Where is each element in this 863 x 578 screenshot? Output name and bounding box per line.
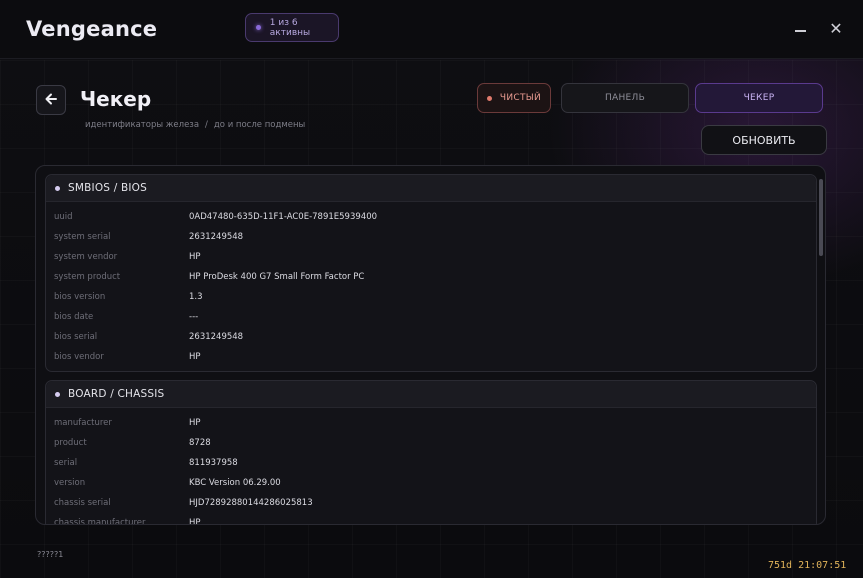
info-key: chassis manufacturer <box>54 518 146 524</box>
breadcrumb-separator: / <box>205 120 208 130</box>
back-button[interactable] <box>36 85 66 115</box>
info-value: KBC Version 06.29.00 <box>189 478 281 488</box>
uptime-counter: 751d 21:07:51 <box>768 560 847 571</box>
info-row: uuid 0AD47480-635D-11F1-AC0E-7891E5939400 <box>46 207 816 227</box>
info-value: HP <box>189 252 201 262</box>
close-icon: ✕ <box>829 18 843 38</box>
info-key: system vendor <box>54 252 118 262</box>
breadcrumb-part-1: идентификаторы железа <box>85 120 200 130</box>
arrow-left-icon <box>44 91 58 110</box>
info-row: manufacturer HP <box>46 413 816 433</box>
active-count-badge: 1 из 6 активны <box>245 13 339 42</box>
app-window: Vengeance 1 из 6 активны ✕ Чекер идентиф… <box>0 0 863 578</box>
info-row: bios version 1.3 <box>46 287 816 307</box>
minimize-icon <box>794 30 806 32</box>
app-title: Vengeance <box>26 17 158 41</box>
info-value: HP ProDesk 400 G7 Small Form Factor PC <box>189 272 365 282</box>
info-value: 8728 <box>189 438 211 448</box>
info-key: chassis serial <box>54 498 111 508</box>
info-value: --- <box>189 312 199 322</box>
section-header: BOARD / CHASSIS <box>46 381 816 408</box>
info-key: system product <box>54 272 121 282</box>
page-title: Чекер <box>80 87 152 111</box>
info-value: HP <box>189 352 201 362</box>
info-key: uuid <box>54 212 73 222</box>
info-value: 1.3 <box>189 292 203 302</box>
info-row: system serial 2631249548 <box>46 227 816 247</box>
title-bar[interactable]: Vengeance 1 из 6 активны ✕ <box>0 0 863 59</box>
info-row: bios serial 2631249548 <box>46 327 816 347</box>
info-row: product 8728 <box>46 433 816 453</box>
footer-status-text: ?????1 <box>37 550 64 559</box>
status-dot-icon <box>486 95 492 101</box>
breadcrumb: идентификаторы железа / до и после подмены <box>82 120 308 130</box>
info-value: 2631249548 <box>189 232 244 242</box>
active-count-label: 1 из 6 активны <box>269 17 311 38</box>
info-key: bios date <box>54 312 94 322</box>
section-dot-icon <box>55 185 60 191</box>
section-title: SMBIOS / BIOS <box>68 182 147 194</box>
checker-tab-label: ЧЕКЕР <box>743 93 775 103</box>
checker-tab-button[interactable]: ЧЕКЕР <box>695 83 823 113</box>
scrollbar-thumb[interactable] <box>819 179 823 256</box>
info-key: serial <box>54 458 78 468</box>
panel-tab-label: ПАНЕЛЬ <box>604 93 646 103</box>
refresh-label: ОБНОВИТЬ <box>732 133 796 147</box>
section-dot-icon <box>55 391 60 397</box>
scroll-area[interactable]: SMBIOS / BIOS uuid 0AD47480-635D-11F1-AC0… <box>36 166 825 524</box>
info-row: version KBC Version 06.29.00 <box>46 473 816 493</box>
info-row: system vendor HP <box>46 247 816 267</box>
info-row: chassis manufacturer HP <box>46 513 816 524</box>
info-value: 2631249548 <box>189 332 244 342</box>
info-value: HP <box>189 418 201 428</box>
section-smbios-bios: SMBIOS / BIOS uuid 0AD47480-635D-11F1-AC0… <box>45 174 817 372</box>
info-row: chassis serial HJD72892880144286025813 <box>46 493 816 513</box>
info-value: 0AD47480-635D-11F1-AC0E-7891E5939400 <box>189 212 378 222</box>
refresh-button[interactable]: ОБНОВИТЬ <box>701 125 827 155</box>
clean-tab-button[interactable]: ЧИСТЫЙ <box>477 83 551 113</box>
info-row: serial 811937958 <box>46 453 816 473</box>
info-row: bios vendor HP <box>46 347 816 367</box>
hardware-info-panel[interactable]: SMBIOS / BIOS uuid 0AD47480-635D-11F1-AC0… <box>35 165 826 525</box>
info-value: HJD72892880144286025813 <box>189 498 313 508</box>
info-key: version <box>54 478 86 488</box>
info-value: HP <box>189 518 201 524</box>
info-row: system product HP ProDesk 400 G7 Small Fo… <box>46 267 816 287</box>
info-key: bios serial <box>54 332 98 342</box>
info-key: manufacturer <box>54 418 112 428</box>
clean-tab-label: ЧИСТЫЙ <box>499 93 542 103</box>
section-title: BOARD / CHASSIS <box>68 388 165 400</box>
panel-tab-button[interactable]: ПАНЕЛЬ <box>561 83 689 113</box>
info-key: system serial <box>54 232 111 242</box>
info-row: bios date --- <box>46 307 816 327</box>
close-button[interactable]: ✕ <box>825 17 847 39</box>
info-key: bios version <box>54 292 106 302</box>
info-key: product <box>54 438 87 448</box>
section-board-chassis: BOARD / CHASSIS manufacturer HP product 87… <box>45 380 817 524</box>
minimize-button[interactable] <box>789 17 811 39</box>
info-key: bios vendor <box>54 352 104 362</box>
info-value: 811937958 <box>189 458 238 468</box>
breadcrumb-part-2: до и после подмены <box>213 120 306 130</box>
section-header: SMBIOS / BIOS <box>46 175 816 202</box>
status-dot-icon <box>256 25 261 30</box>
